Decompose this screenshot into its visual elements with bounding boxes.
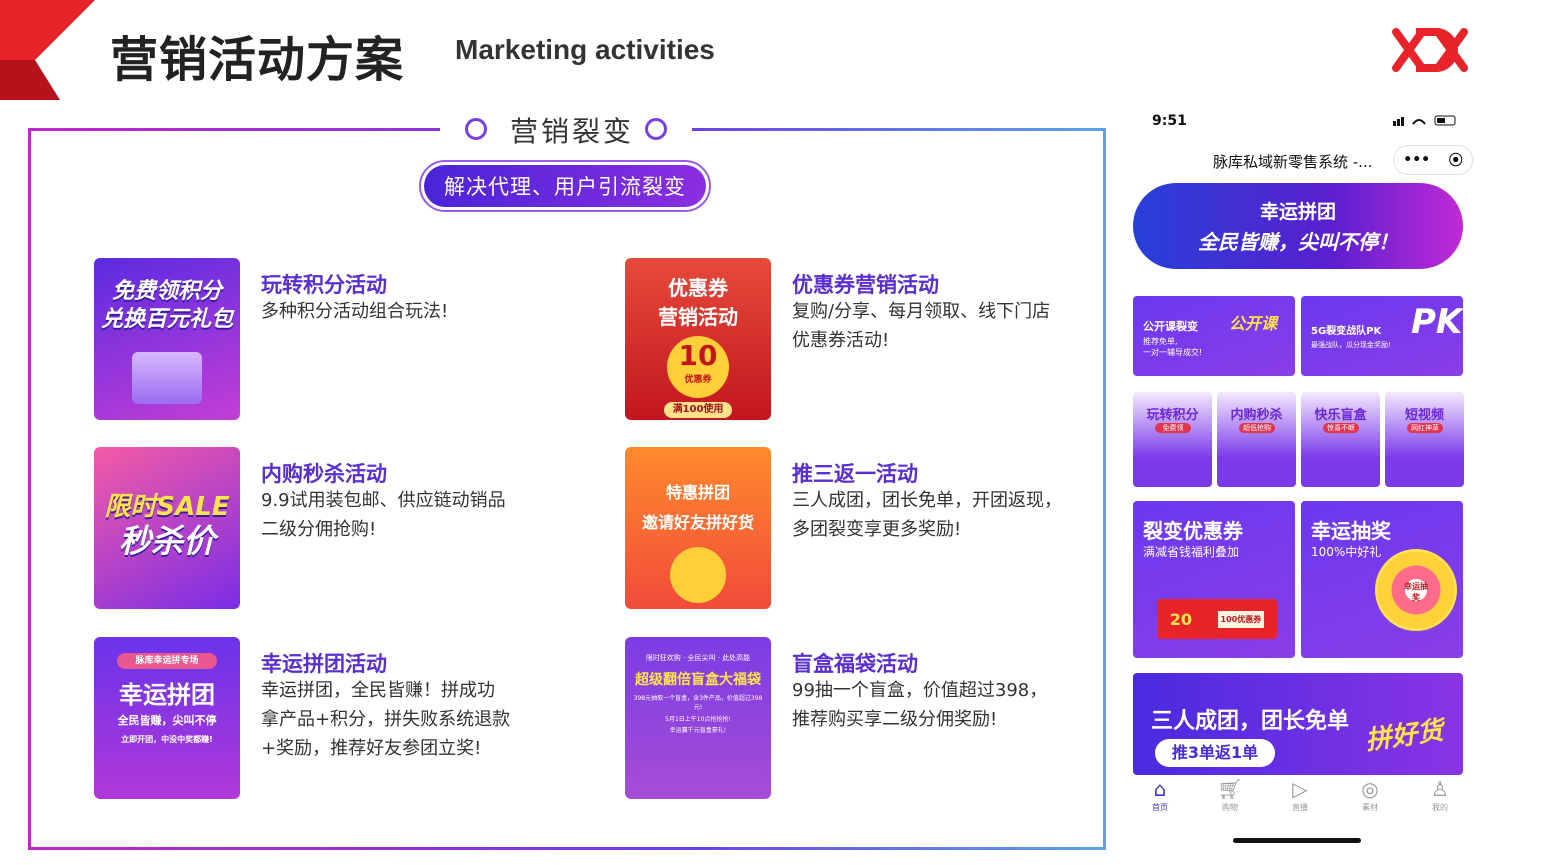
ring-right-icon: [645, 118, 667, 140]
tab-shopping[interactable]: 🛒︎ 购物: [1200, 776, 1260, 826]
mini-program-title: 脉库私域新零售系统 -...: [1213, 153, 1373, 171]
activity-title: 盲盒福袋活动: [792, 652, 918, 676]
points-activity-image: 免费领积分 兑换百元礼包: [94, 258, 240, 420]
section-header: 营销裂变: [440, 108, 692, 148]
section-subtitle: 解决代理、用户引流裂变: [424, 165, 706, 207]
ring-left-icon: [465, 118, 487, 140]
page-subtitle: Marketing activities: [455, 34, 715, 65]
activity-desc: 复购/分享、每月领取、线下门店优惠券活动!: [792, 301, 1051, 351]
mini-program-capsule[interactable]: ••• ⦿: [1393, 145, 1473, 175]
points-card[interactable]: 玩转积分 免费领: [1133, 392, 1212, 487]
flash-sale-card[interactable]: 内购秒杀 超低抢购: [1217, 392, 1296, 487]
activity-desc: 多种积分活动组合玩法!: [261, 301, 449, 322]
blind-box-image: 限时狂欢购 · 全民尖叫 · 此处高能 超级翻倍盲盒大福袋 398元抽取一个盲盒…: [625, 637, 771, 799]
cart-icon: 🛒︎: [1217, 777, 1243, 801]
home-indicator: [1233, 838, 1361, 843]
flash-sale-image: 限时SALE 秒杀价: [94, 447, 240, 609]
page-title: 营销活动方案: [110, 32, 405, 88]
activity-title: 玩转积分活动: [261, 273, 387, 297]
lottery-tile[interactable]: 幸运抽奖 100%中好礼 幸运抽奖: [1301, 501, 1463, 658]
open-class-tile[interactable]: 公开课裂变 推荐免单, 一对一辅导成交! 公开课: [1133, 296, 1295, 376]
coupon-tile[interactable]: 裂变优惠券 满减省钱福利叠加 20 100优惠券: [1133, 501, 1295, 658]
activity-desc: 9.9试用装包邮、供应链动销品二级分佣抢购!: [261, 490, 506, 540]
group-buy-banner[interactable]: 三人成团，团长免单 推3单返1单 拼好货: [1133, 673, 1463, 775]
activity-title: 优惠券营销活动: [792, 273, 939, 297]
compass-icon: ◎: [1361, 777, 1379, 801]
home-icon: ⌂: [1153, 777, 1167, 801]
blind-box-card[interactable]: 快乐盲盒 惊喜不断: [1301, 392, 1380, 487]
tab-home[interactable]: ⌂ 首页: [1130, 776, 1190, 826]
phone-mockup: 9:51 脉库私域新零售系统 -... ••• ⦿ 幸运拼团 全民皆赚，尖叫不停…: [1125, 100, 1475, 860]
coupon-activity-image: 优惠券 营销活动 10 优惠券 满100使用: [625, 258, 771, 420]
close-icon[interactable]: ⦿: [1449, 150, 1463, 170]
section-subtitle-pill: 解决代理、用户引流裂变: [419, 160, 711, 212]
corner-decoration: [0, 0, 95, 100]
activity-desc: 99抽一个盲盒，价值超过398，推荐购买享二级分佣奖励!: [792, 680, 1048, 730]
tab-bar: ⌂ 首页 🛒︎ 购物 ▷ 直播 ◎ 素材 ♙ 我的: [1125, 776, 1475, 826]
activity-title: 推三返一活动: [792, 462, 918, 486]
activity-desc: 三人成团，团长免单，开团返现，多团裂变享更多奖励!: [792, 490, 1062, 540]
live-icon: ▷: [1292, 777, 1308, 801]
section-title: 营销裂变: [510, 115, 635, 148]
brand-logo-icon: [1392, 28, 1468, 72]
status-time: 9:51: [1152, 113, 1187, 129]
lucky-group-image: 脉库幸运拼专场 幸运拼团 全民皆赚，尖叫不停 立即开团，中没中奖都赚!: [94, 637, 240, 799]
more-icon[interactable]: •••: [1403, 152, 1430, 168]
activity-title: 幸运拼团活动: [261, 652, 387, 676]
activity-desc: 幸运拼团，全民皆赚！拼成功拿产品+积分，拼失败系统退款+奖励，推荐好友参团立奖!: [261, 680, 511, 759]
user-icon: ♙: [1431, 777, 1449, 801]
tab-material[interactable]: ◎ 素材: [1340, 776, 1400, 826]
activity-title: 内购秒杀活动: [261, 462, 387, 486]
tab-mine[interactable]: ♙ 我的: [1410, 776, 1470, 826]
tab-live[interactable]: ▷ 直播: [1270, 776, 1330, 826]
short-video-card[interactable]: 短视频 网红神草: [1385, 392, 1464, 487]
status-icons: [1393, 114, 1461, 129]
pk-tile[interactable]: 5G裂变战队PK 最强战队，瓜分现金奖励! PK: [1301, 296, 1463, 376]
lucky-group-banner[interactable]: 幸运拼团 全民皆赚，尖叫不停！: [1133, 183, 1463, 269]
group-buy-image: 特惠拼团 邀请好友拼好货: [625, 447, 771, 609]
